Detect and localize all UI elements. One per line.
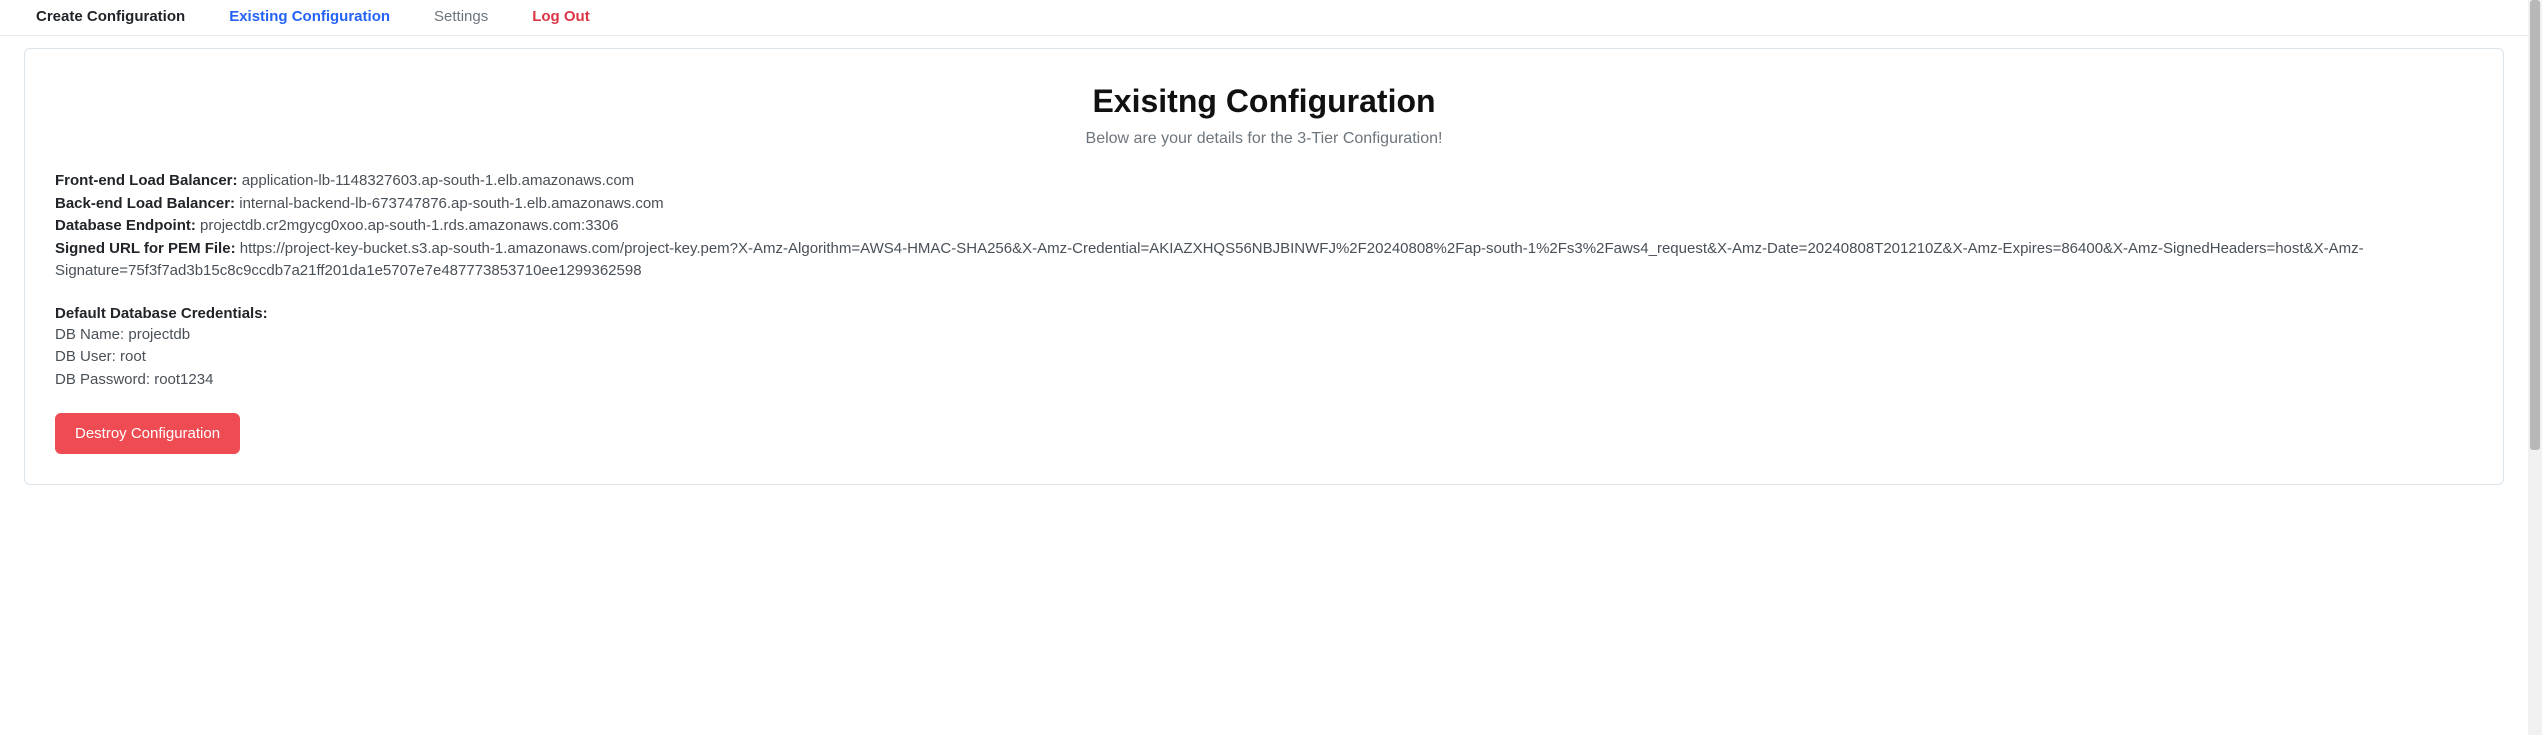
- scrollbar-thumb[interactable]: [2530, 0, 2540, 450]
- credentials-section: Default Database Credentials: DB Name: p…: [55, 305, 2473, 392]
- db-name-line: DB Name: projectdb: [55, 324, 2473, 347]
- credentials-title: Default Database Credentials:: [55, 305, 2473, 322]
- db-password-line: DB Password: root1234: [55, 369, 2473, 392]
- database-endpoint-label: Database Endpoint:: [55, 217, 196, 234]
- signed-url-value: https://project-key-bucket.s3.ap-south-1…: [55, 240, 2364, 280]
- database-endpoint-value: projectdb.cr2mgycg0xoo.ap-south-1.rds.am…: [200, 217, 619, 234]
- back-end-lb-row: Back-end Load Balancer: internal-backend…: [55, 193, 2473, 216]
- back-end-lb-label: Back-end Load Balancer:: [55, 195, 235, 212]
- page-title: Exisitng Configuration: [55, 83, 2473, 120]
- nav-existing-configuration[interactable]: Existing Configuration: [229, 8, 390, 25]
- page-subtitle: Below are your details for the 3-Tier Co…: [55, 130, 2473, 148]
- database-endpoint-row: Database Endpoint: projectdb.cr2mgycg0xo…: [55, 215, 2473, 238]
- vertical-scrollbar[interactable]: [2528, 0, 2542, 735]
- front-end-lb-label: Front-end Load Balancer:: [55, 172, 238, 189]
- back-end-lb-value: internal-backend-lb-673747876.ap-south-1…: [239, 195, 663, 212]
- signed-url-row: Signed URL for PEM File: https://project…: [55, 238, 2473, 283]
- nav-create-configuration[interactable]: Create Configuration: [36, 8, 185, 25]
- destroy-configuration-button[interactable]: Destroy Configuration: [55, 413, 240, 454]
- nav-settings[interactable]: Settings: [434, 8, 488, 25]
- nav-logout[interactable]: Log Out: [532, 8, 589, 25]
- front-end-lb-row: Front-end Load Balancer: application-lb-…: [55, 170, 2473, 193]
- signed-url-label: Signed URL for PEM File:: [55, 240, 236, 257]
- top-nav: Create Configuration Existing Configurat…: [0, 0, 2528, 36]
- configuration-card: Exisitng Configuration Below are your de…: [24, 48, 2504, 485]
- db-user-line: DB User: root: [55, 346, 2473, 369]
- front-end-lb-value: application-lb-1148327603.ap-south-1.elb…: [242, 172, 634, 189]
